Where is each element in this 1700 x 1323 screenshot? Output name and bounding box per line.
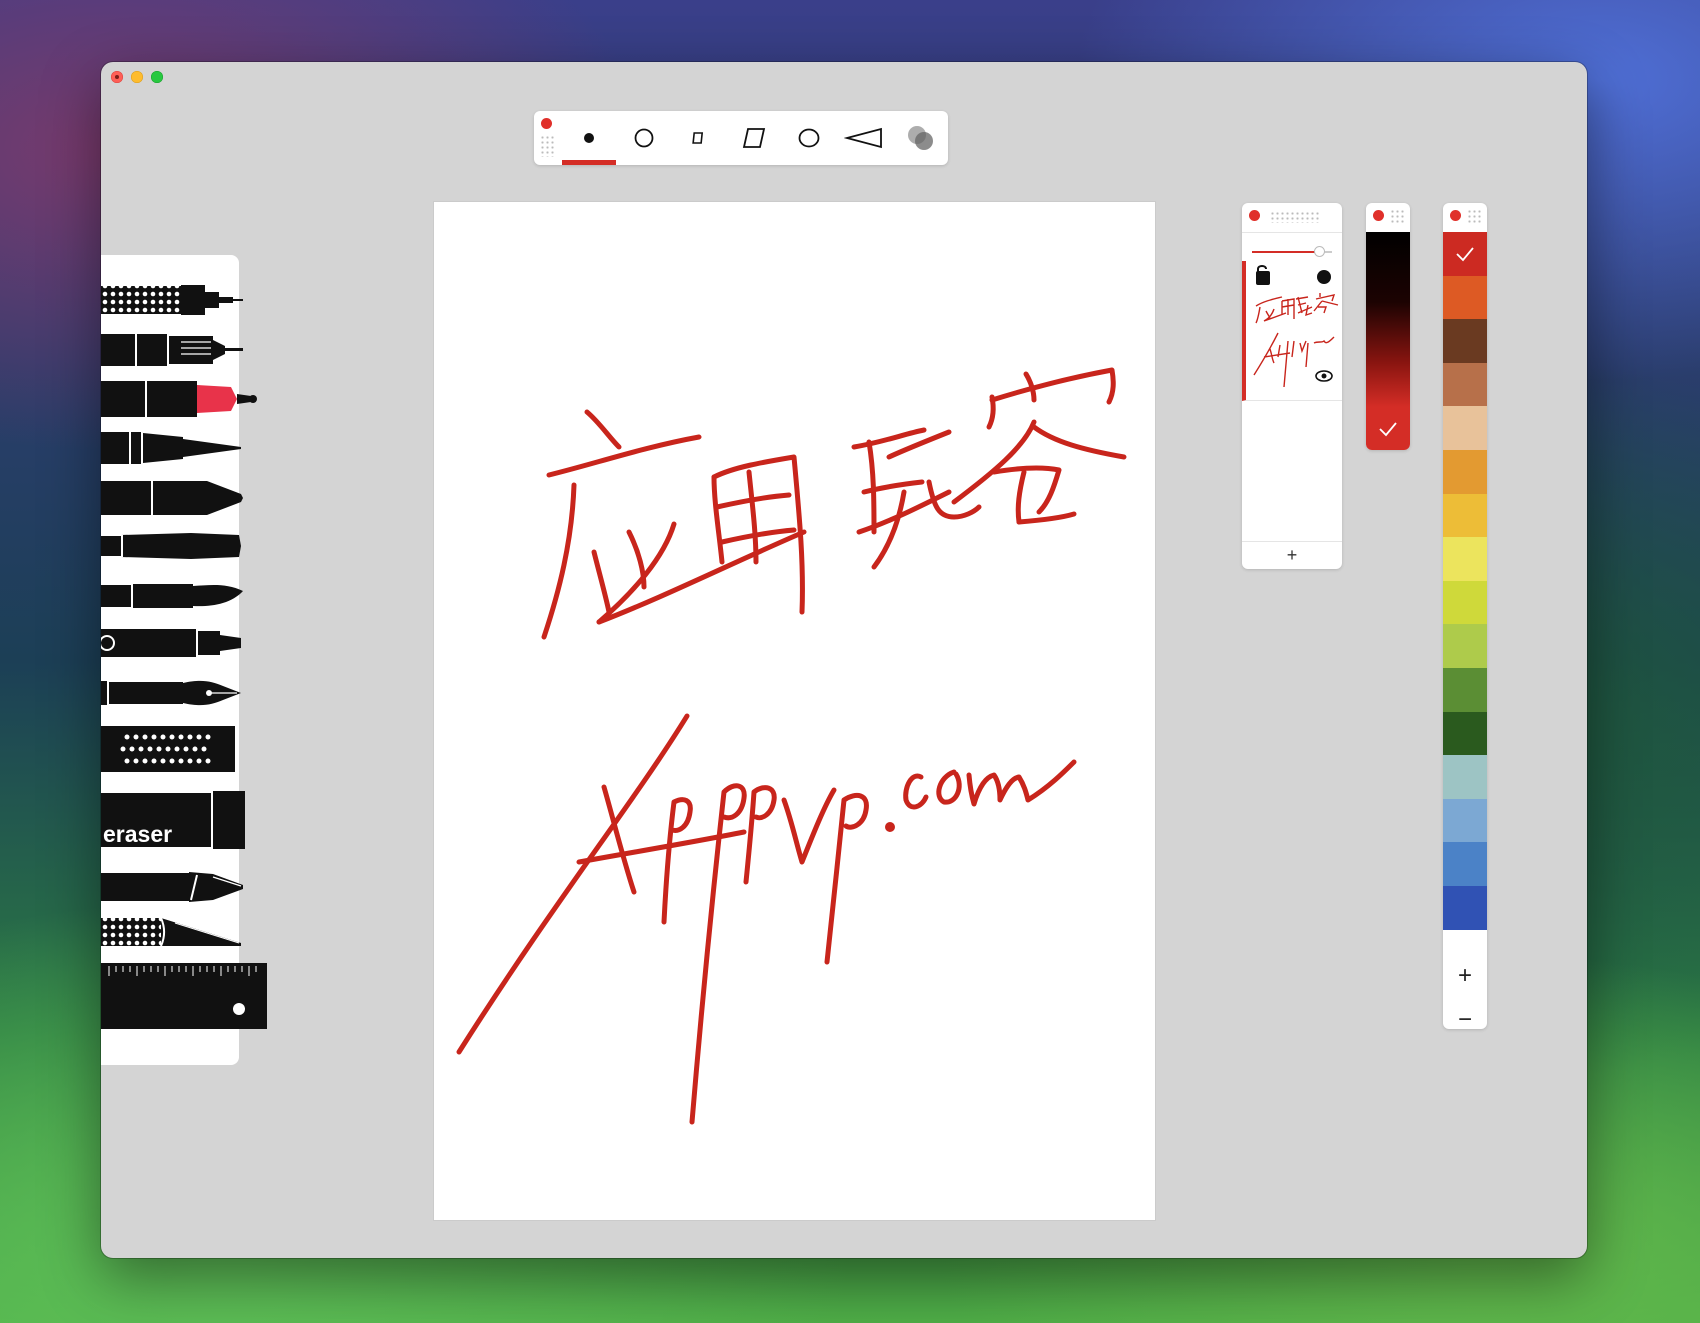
knife-tool[interactable] — [101, 867, 246, 907]
color-swatch[interactable] — [1443, 842, 1487, 887]
technical-pen-tool[interactable] — [101, 282, 246, 318]
spray-tool[interactable] — [101, 724, 246, 774]
checkmark-icon — [1456, 247, 1474, 262]
color-swatch[interactable] — [1443, 798, 1487, 843]
shape-dot-button[interactable] — [562, 111, 616, 165]
visibility-eye-icon[interactable] — [1315, 370, 1333, 382]
square-icon — [692, 132, 704, 144]
color-swatch[interactable] — [1443, 624, 1487, 669]
remove-color-button[interactable]: − — [1443, 998, 1487, 1029]
color-swatch[interactable] — [1443, 580, 1487, 625]
shape-triangle-button[interactable] — [837, 111, 891, 165]
crayon-tool[interactable] — [101, 531, 246, 561]
color-swatch[interactable] — [1443, 755, 1487, 800]
circle-icon — [634, 128, 654, 148]
pencil-tool[interactable] — [101, 478, 246, 518]
color-swatch[interactable] — [1443, 232, 1487, 276]
blend-icon — [908, 126, 933, 150]
ellipse-icon — [798, 128, 820, 148]
layer-preview-drawing — [1253, 265, 1339, 388]
color-swatch[interactable] — [1443, 450, 1487, 494]
panel-close-icon[interactable] — [541, 118, 552, 129]
panel-close-icon[interactable] — [1249, 210, 1260, 221]
tool-panel: eraser — [101, 255, 267, 1065]
color-palette: + − — [1443, 203, 1487, 1029]
parallelogram-icon — [742, 128, 766, 148]
minimize-button[interactable] — [131, 71, 143, 83]
eraser-tool[interactable]: eraser — [101, 791, 246, 849]
panel-close-icon[interactable] — [1450, 210, 1461, 221]
shape-circle-button[interactable] — [617, 111, 671, 165]
shade-panel — [1366, 203, 1410, 450]
zoom-button[interactable] — [151, 71, 163, 83]
color-swatch[interactable] — [1443, 668, 1487, 712]
color-swatch[interactable] — [1443, 406, 1487, 451]
drag-handle[interactable] — [1390, 209, 1404, 223]
drag-handle[interactable] — [540, 135, 554, 157]
handwriting-drawing — [456, 367, 1127, 1125]
layer-thumbnail[interactable] — [1242, 261, 1342, 401]
felt-pen-tool[interactable] — [101, 626, 246, 660]
color-swatch[interactable] — [1443, 493, 1487, 538]
color-swatch[interactable] — [1443, 319, 1487, 364]
layers-panel: + — [1242, 203, 1342, 569]
eraser-label: eraser — [103, 821, 173, 847]
dot-icon — [584, 133, 594, 143]
shape-parallelogram-button[interactable] — [727, 111, 781, 165]
add-layer-button[interactable]: + — [1242, 541, 1342, 569]
fineliner-tool[interactable] — [101, 332, 246, 368]
color-swatch[interactable] — [1443, 537, 1487, 582]
fountain-pen-tool[interactable] — [101, 676, 246, 710]
close-button[interactable] — [111, 71, 123, 83]
shade-gradient[interactable] — [1366, 232, 1410, 407]
brush-pen-tool[interactable] — [101, 430, 246, 466]
color-swatch[interactable] — [1443, 711, 1487, 756]
color-swatch[interactable] — [1443, 275, 1487, 320]
marker-tool-selected[interactable] — [101, 379, 261, 419]
shape-toolbar — [534, 111, 948, 165]
triangle-icon — [844, 127, 882, 149]
drag-handle[interactable] — [1270, 211, 1320, 223]
panel-close-icon[interactable] — [1373, 210, 1384, 221]
ruler-tool[interactable] — [101, 963, 271, 1031]
smudge-tool[interactable] — [101, 915, 246, 949]
layers-header — [1242, 203, 1342, 233]
add-color-button[interactable]: + — [1443, 954, 1487, 998]
blend-mode-button[interactable] — [894, 111, 948, 165]
shape-square-button[interactable] — [672, 111, 726, 165]
color-swatch[interactable] — [1443, 362, 1487, 407]
drawing-canvas[interactable] — [434, 202, 1155, 1220]
checkmark-icon — [1379, 421, 1397, 436]
paintbrush-tool[interactable] — [101, 579, 246, 613]
selected-shade[interactable] — [1366, 407, 1410, 450]
color-swatch[interactable] — [1443, 886, 1487, 930]
app-window: eraser + + − — [101, 62, 1587, 1258]
shape-ellipse-button[interactable] — [782, 111, 836, 165]
opacity-slider[interactable] — [1252, 245, 1332, 259]
drag-handle[interactable] — [1467, 209, 1481, 223]
